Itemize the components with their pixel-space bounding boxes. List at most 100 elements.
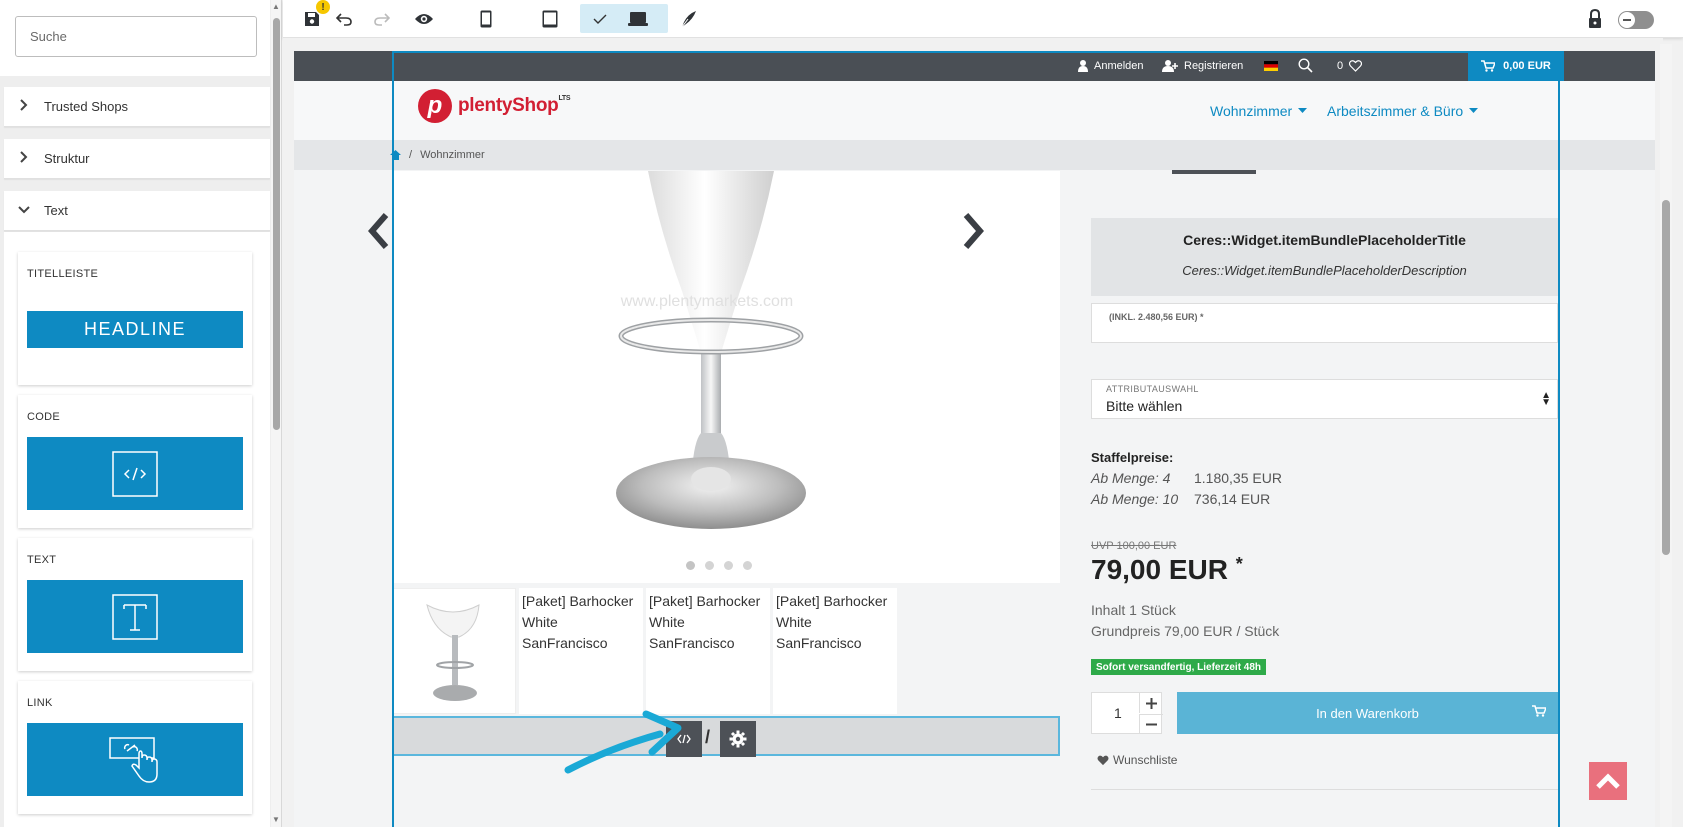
lock-button[interactable]	[1583, 6, 1607, 32]
cart-total: 0,00 EUR	[1503, 60, 1551, 72]
sidebar-scrollbar-thumb[interactable]	[273, 18, 280, 430]
price-info-label: (INKL. 2.480,56 EUR) *	[1109, 312, 1204, 322]
carousel-dot[interactable]	[686, 561, 695, 570]
carousel-dot[interactable]	[705, 561, 714, 570]
register-label: Registrieren	[1184, 60, 1244, 72]
widget-sidebar: Trusted Shops Struktur Text TITELLEISTE …	[0, 0, 282, 827]
edit-pen-button[interactable]	[676, 6, 702, 32]
preview-eye-icon	[415, 14, 433, 24]
carousel-next-button[interactable]	[960, 208, 986, 263]
tablet-view-button[interactable]	[535, 6, 565, 32]
language-flag-de[interactable]	[1264, 61, 1278, 71]
accordion-label: Text	[44, 203, 68, 218]
thumbnail-image	[392, 588, 516, 714]
attribute-label: ATTRIBUTAUSWAHL	[1106, 384, 1199, 394]
preview-button[interactable]	[409, 6, 439, 32]
wishlist-button[interactable]: Wunschliste	[1097, 753, 1177, 767]
toggle-knob	[1619, 12, 1635, 28]
shop-search-button[interactable]	[1298, 58, 1313, 73]
widget-action-bar: /	[392, 716, 1060, 757]
chevron-left-icon	[368, 213, 389, 249]
canvas-scrollbar-thumb[interactable]	[1662, 200, 1670, 555]
thumbnail-2[interactable]: [Paket] Barhocker White SanFrancisco	[519, 588, 643, 714]
carousel-dot[interactable]	[724, 561, 733, 570]
edit-code-button[interactable]	[666, 721, 702, 757]
chevron-right-icon	[4, 151, 44, 166]
search-input[interactable]	[15, 16, 257, 57]
quantity-value[interactable]: 1	[1114, 705, 1122, 721]
thumbnail-4[interactable]: [Paket] Barhocker White SanFrancisco	[773, 588, 897, 714]
caret-down-icon	[1469, 108, 1479, 113]
cart-button[interactable]: 0,00 EUR	[1468, 51, 1564, 81]
logo-mark-icon: p	[418, 89, 452, 123]
login-label: Anmelden	[1094, 60, 1144, 72]
base-price: Grundpreis 79,00 EUR / Stück	[1091, 623, 1280, 639]
text-widgets-panel: TITELLEISTE HEADLINE CODE TEXT LINK	[4, 232, 270, 827]
login-link[interactable]: Anmelden	[1078, 60, 1144, 72]
add-to-cart-button[interactable]: In den Warenkorb	[1177, 692, 1558, 734]
breadcrumb-current[interactable]: Wohnzimmer	[420, 149, 485, 161]
price-info-field: (INKL. 2.480,56 EUR) *	[1091, 303, 1558, 343]
chevron-down-icon	[4, 203, 44, 218]
increase-quantity-button[interactable]	[1139, 693, 1163, 713]
thumbnail-alt-text: [Paket] Barhocker White SanFrancisco	[649, 593, 761, 651]
carousel-dot[interactable]	[743, 561, 752, 570]
redo-button[interactable]	[369, 6, 395, 32]
register-link[interactable]: Registrieren	[1162, 60, 1243, 72]
scroll-up-arrow-icon[interactable]: ▲	[272, 2, 280, 11]
cart-icon	[1481, 60, 1496, 72]
home-icon[interactable]	[390, 150, 401, 160]
link-hand-icon	[109, 736, 158, 783]
nav-item-arbeitszimmer[interactable]: Arbeitszimmer & Büro	[1327, 103, 1479, 119]
wishlist-label: Wunschliste	[1113, 753, 1178, 767]
uvp-price: UVP 100,00 EUR	[1091, 540, 1177, 552]
editor-toolbar: !	[283, 0, 1683, 38]
accordion-trusted-shops[interactable]: Trusted Shops	[4, 87, 270, 127]
quantity-stepper[interactable]: 1	[1091, 692, 1163, 734]
add-to-cart-label: In den Warenkorb	[1316, 705, 1419, 721]
pen-icon	[681, 11, 696, 28]
accordion-label: Trusted Shops	[44, 99, 129, 114]
nav-label: Arbeitszimmer & Büro	[1327, 103, 1464, 119]
flag-de-icon	[1264, 61, 1278, 71]
back-to-top-button[interactable]	[1589, 762, 1627, 800]
decrease-quantity-button[interactable]	[1139, 714, 1163, 734]
desktop-view-button[interactable]	[621, 6, 655, 32]
app-root: Trusted Shops Struktur Text TITELLEISTE …	[0, 0, 1683, 827]
nav-item-wohnzimmer[interactable]: Wohnzimmer	[1210, 103, 1308, 119]
accordion-text[interactable]: Text	[4, 191, 270, 231]
undo-button[interactable]	[331, 6, 357, 32]
shop-logo[interactable]: p plentyShopLTS	[418, 89, 571, 123]
widget-tile-link[interactable]: LINK	[18, 681, 252, 814]
widget-settings-button[interactable]	[720, 721, 756, 757]
heart-outline-icon	[1349, 60, 1363, 72]
product-price: 79,00 EUR *	[1091, 554, 1243, 585]
thumbnail-3[interactable]: [Paket] Barhocker White SanFrancisco	[646, 588, 770, 714]
gear-icon	[729, 730, 747, 748]
thumbnail-strip: [Paket] Barhocker White SanFrancisco [Pa…	[392, 588, 924, 716]
tab-indicator	[1172, 170, 1256, 174]
widget-tile-label: LINK	[27, 697, 53, 709]
graduated-price-row: Ab Menge: 4 1.180,35 EUR	[1091, 470, 1282, 486]
accordion-struktur[interactable]: Struktur	[4, 139, 270, 179]
widget-tile-text[interactable]: TEXT	[18, 538, 252, 671]
chevron-right-icon	[4, 99, 44, 114]
mobile-icon	[480, 10, 492, 28]
mobile-view-button[interactable]	[473, 6, 499, 32]
widget-tile-headline[interactable]: TITELLEISTE HEADLINE	[18, 252, 252, 385]
widget-tile-label: TITELLEISTE	[27, 268, 99, 280]
widget-tile-code[interactable]: CODE	[18, 395, 252, 528]
wishlist-link[interactable]: 0	[1337, 60, 1363, 72]
thumbnail-alt-text: [Paket] Barhocker White SanFrancisco	[522, 593, 634, 651]
warning-badge: !	[316, 0, 330, 14]
scroll-down-arrow-icon[interactable]: ▼	[272, 815, 280, 824]
toggle-switch[interactable]	[1618, 11, 1654, 29]
attribute-select[interactable]: ATTRIBUTAUSWAHL Bitte wählen ▲ ▼	[1091, 379, 1558, 419]
availability-badge: Sofort versandfertig, Lieferzeit 48h	[1091, 659, 1267, 675]
nav-label: Wohnzimmer	[1210, 103, 1293, 119]
text-icon	[112, 593, 158, 640]
carousel-prev-button[interactable]	[366, 208, 392, 263]
thumbnail-1[interactable]	[392, 588, 516, 714]
headline-preview: HEADLINE	[27, 311, 243, 348]
logo-text: plentyShopLTS	[458, 95, 571, 116]
